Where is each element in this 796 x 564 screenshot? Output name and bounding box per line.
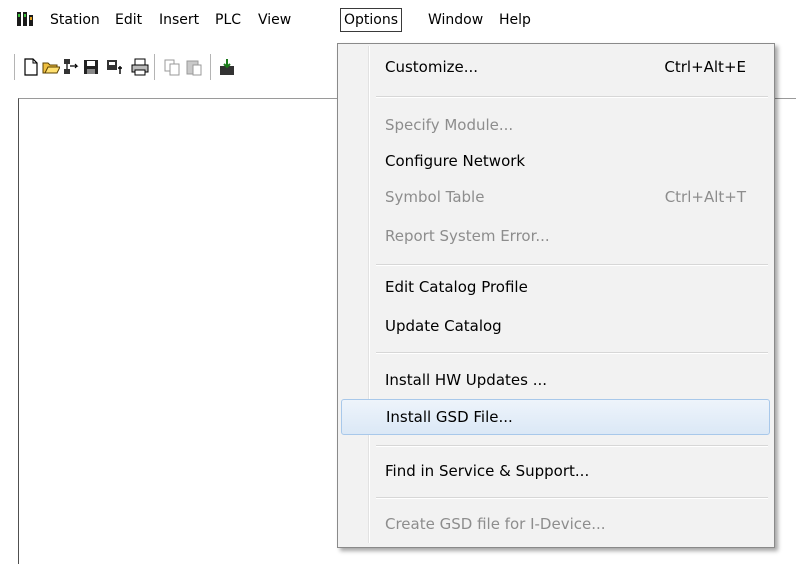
menu-item-update-catalog[interactable]: Update Catalog	[340, 308, 770, 344]
menu-item-specify-module: Specify Module...	[340, 107, 770, 143]
menu-item-edit-catalog-profile[interactable]: Edit Catalog Profile	[340, 269, 770, 305]
menu-plc[interactable]: PLC	[212, 9, 244, 31]
menu-item-label: Create GSD file for I-Device...	[385, 515, 606, 533]
menu-item-label: Update Catalog	[385, 317, 502, 335]
menu-item-label: Edit Catalog Profile	[385, 278, 528, 296]
menu-item-shortcut: Ctrl+Alt+T	[664, 188, 746, 206]
menu-insert[interactable]: Insert	[156, 9, 202, 31]
menu-separator	[376, 264, 768, 266]
menu-item-shortcut: Ctrl+Alt+E	[664, 58, 746, 76]
toolbar-grip	[14, 54, 16, 80]
menu-help[interactable]: Help	[496, 9, 534, 31]
menu-item-configure-network[interactable]: Configure Network	[340, 143, 770, 179]
menu-item-label: Install GSD File...	[386, 408, 513, 426]
print-icon[interactable]	[131, 58, 149, 76]
menu-window[interactable]: Window	[425, 9, 486, 31]
paste-icon[interactable]	[185, 58, 203, 76]
save-icon[interactable]	[82, 58, 100, 76]
new-icon[interactable]	[22, 58, 40, 76]
menu-item-label: Specify Module...	[385, 116, 514, 134]
download-icon[interactable]	[218, 58, 236, 76]
compile-icon[interactable]	[106, 58, 124, 76]
menu-separator	[376, 445, 768, 447]
menu-item-customize[interactable]: Customize... Ctrl+Alt+E	[340, 49, 770, 85]
menu-item-report-system-error: Report System Error...	[340, 218, 770, 254]
toolbar-separator	[154, 54, 156, 80]
copy-icon[interactable]	[163, 58, 181, 76]
menu-item-install-hw-updates[interactable]: Install HW Updates ...	[340, 362, 770, 398]
menu-item-install-gsd-file[interactable]: Install GSD File...	[341, 399, 770, 435]
menu-view[interactable]: View	[255, 9, 294, 31]
hw-config-app-icon[interactable]	[16, 10, 34, 28]
menu-item-label: Symbol Table	[385, 188, 485, 206]
network-icon[interactable]	[62, 58, 80, 76]
menu-options[interactable]: Options	[340, 8, 403, 32]
menu-item-symbol-table: Symbol Table Ctrl+Alt+T	[340, 179, 770, 215]
menu-item-find-in-service-support[interactable]: Find in Service & Support...	[340, 453, 770, 489]
menu-item-create-gsd-file-i-device: Create GSD file for I-Device...	[340, 506, 770, 542]
menu-item-label: Customize...	[385, 58, 479, 76]
menu-separator	[376, 497, 768, 499]
menu-item-label: Configure Network	[385, 152, 526, 170]
menu-item-label: Find in Service & Support...	[385, 462, 590, 480]
options-menu-dropdown: Customize... Ctrl+Alt+E Specify Module..…	[337, 43, 775, 548]
open-icon[interactable]	[42, 58, 60, 76]
menu-bar: Station Edit Insert PLC View Options Win…	[0, 0, 796, 40]
menu-item-label: Report System Error...	[385, 227, 550, 245]
menu-edit[interactable]: Edit	[112, 9, 145, 31]
menu-station[interactable]: Station	[47, 9, 103, 31]
menu-separator	[376, 352, 768, 354]
menu-separator	[376, 96, 768, 98]
menu-item-label: Install HW Updates ...	[385, 371, 548, 389]
toolbar-separator	[210, 54, 212, 80]
